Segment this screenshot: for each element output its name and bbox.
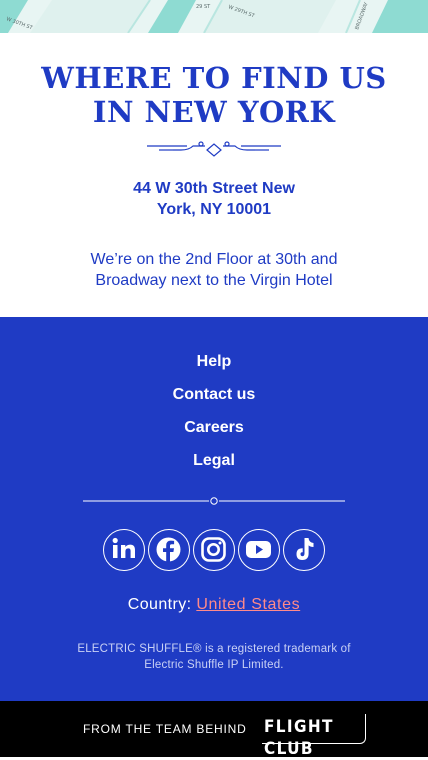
directions-text: We’re on the 2nd Floor at 30th and Broad… xyxy=(90,251,338,289)
instagram-icon xyxy=(201,537,226,562)
footer-divider xyxy=(83,497,345,505)
country-selector: Country: United States xyxy=(0,595,428,615)
map-graphic: W 30TH ST 29 ST W 29TH ST BROADWAY xyxy=(0,0,428,33)
address-line-2: York, NY 10001 xyxy=(156,201,272,218)
facebook-icon xyxy=(156,537,181,562)
footer-link-legal[interactable]: Legal xyxy=(0,451,428,471)
footer: Help Contact us Careers Legal Country: U… xyxy=(0,317,428,701)
country-link[interactable]: United States xyxy=(196,596,300,613)
address-line-1: 44 W 30th Street New xyxy=(133,180,295,197)
tiktok-link[interactable] xyxy=(283,529,325,571)
location-title: WHERE TO FIND US IN NEW YORK xyxy=(0,61,428,129)
map-label: 29 ST xyxy=(196,4,211,10)
team-bar: FROM THE TEAM BEHIND FLIGHT CLUB xyxy=(0,701,428,759)
instagram-link[interactable] xyxy=(193,529,235,571)
map-preview[interactable]: W 30TH ST 29 ST W 29TH ST BROADWAY xyxy=(0,0,428,33)
title-line-2: IN NEW YORK xyxy=(92,95,336,129)
address: 44 W 30th Street New York, NY 10001 xyxy=(110,178,318,220)
footer-link-contact[interactable]: Contact us xyxy=(0,385,428,405)
linkedin-link[interactable] xyxy=(103,529,145,571)
team-label: FROM THE TEAM BEHIND xyxy=(83,722,247,736)
flight-club-logo[interactable]: FLIGHT CLUB xyxy=(262,714,366,759)
title-line-1: WHERE TO FIND US xyxy=(41,61,387,95)
footer-link-help[interactable]: Help xyxy=(0,352,428,372)
youtube-link[interactable] xyxy=(238,529,280,571)
country-label: Country: xyxy=(127,596,192,613)
linkedin-icon xyxy=(112,537,135,558)
social-links xyxy=(103,529,325,571)
trademark-notice: ELECTRIC SHUFFLE® is a registered tradem… xyxy=(77,643,351,671)
facebook-link[interactable] xyxy=(148,529,190,571)
ornament-divider-icon xyxy=(147,141,281,157)
flight-club-logo-text: FLIGHT CLUB xyxy=(264,717,334,759)
tiktok-icon xyxy=(296,538,314,560)
location-section: WHERE TO FIND US IN NEW YORK 44 W 30th S… xyxy=(0,33,428,317)
footer-link-careers[interactable]: Careers xyxy=(0,418,428,438)
youtube-icon xyxy=(246,541,271,558)
